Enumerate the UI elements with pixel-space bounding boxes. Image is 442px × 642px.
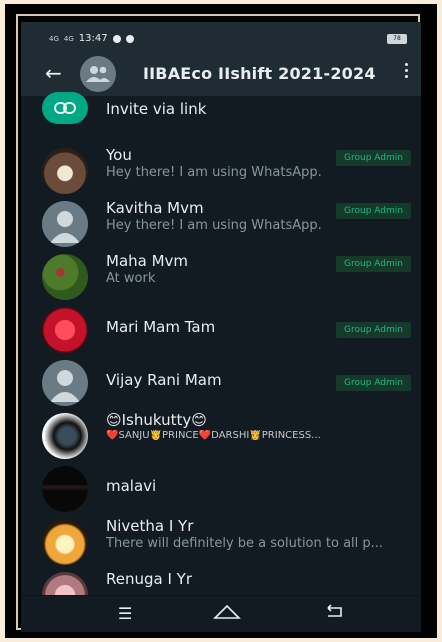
group-title[interactable]: IIBAEco IIshift 2021-2024 [143,64,376,83]
participant-row[interactable]: Vijay Rani Mam Group Admin [21,357,421,410]
admin-badge: Group Admin [336,203,411,219]
avatar [42,307,88,353]
participant-name: Vijay Rani Mam [106,371,222,389]
participant-name: You [106,146,132,164]
signal-1: 4G [49,34,59,43]
participant-row[interactable]: 😊Ishukutty😊 ❤️SANJU🤴PRINCE❤️DARSHI👸PRINC… [21,410,421,463]
notification-icon-2 [125,34,134,43]
participant-name: malavi [106,477,157,495]
invite-via-link[interactable]: Invite via link [21,92,421,132]
avatar [42,254,88,300]
arrow-left-icon[interactable]: ← [45,61,62,85]
person-icon [42,360,88,406]
app-bar: ← IIBAEco IIshift 2021-2024 [21,52,421,96]
participant-name: Maha Mvm [106,252,189,270]
participant-row[interactable]: malavi [21,463,421,516]
participant-status: Hey there! I am using WhatsApp. [106,165,322,180]
group-icon[interactable] [80,56,116,92]
participant-name: Renuga I Yr [106,570,192,588]
signal-2: 4G [63,34,74,43]
link-icon [42,92,88,124]
participant-status: There will definitely be a solution to a… [106,536,384,551]
admin-badge: Group Admin [336,256,411,272]
status-bar: 4G 4G 13:47 78 [21,22,421,52]
participant-name: Mari Mam Tam [106,318,216,336]
avatar [42,466,88,512]
participant-row[interactable]: You Hey there! I am using WhatsApp. Grou… [21,145,421,198]
person-icon [42,201,88,247]
participant-row[interactable]: Mari Mam Tam Group Admin [21,304,421,357]
participant-list: Invite via link You Hey there! I am usin… [21,92,421,618]
system-nav-bar: ☰ [21,595,421,632]
participant-row[interactable]: Nivetha I Yr There will definitely be a … [21,516,421,569]
admin-badge: Group Admin [336,150,411,166]
back-nav-icon[interactable] [325,602,345,624]
participant-status: Hey there! I am using WhatsApp. [106,218,322,233]
participant-name: Nivetha I Yr [106,517,194,535]
participant-name: 😊Ishukutty😊 [106,411,207,429]
admin-badge: Group Admin [336,322,411,338]
home-icon[interactable] [213,602,241,624]
more-vert-icon[interactable] [405,63,409,81]
participant-status: ❤️SANJU🤴PRINCE❤️DARSHI👸PRINCESS... [106,430,321,441]
recent-apps-icon[interactable]: ☰ [118,604,132,623]
avatar [42,413,88,459]
notification-icon [112,34,121,43]
clock: 13:47 [78,33,108,44]
invite-label: Invite via link [106,100,207,118]
participant-row[interactable]: Maha Mvm At work Group Admin [21,251,421,304]
battery-icon: 78 [387,34,407,44]
phone-screen: 4G 4G 13:47 78 ← IIBAEco IIshift 2021-20… [21,22,421,632]
admin-badge: Group Admin [336,375,411,391]
avatar [42,148,88,194]
participant-row[interactable]: Kavitha Mvm Hey there! I am using WhatsA… [21,198,421,251]
avatar [42,519,88,565]
participant-name: Kavitha Mvm [106,199,204,217]
participant-status: At work [106,271,156,286]
